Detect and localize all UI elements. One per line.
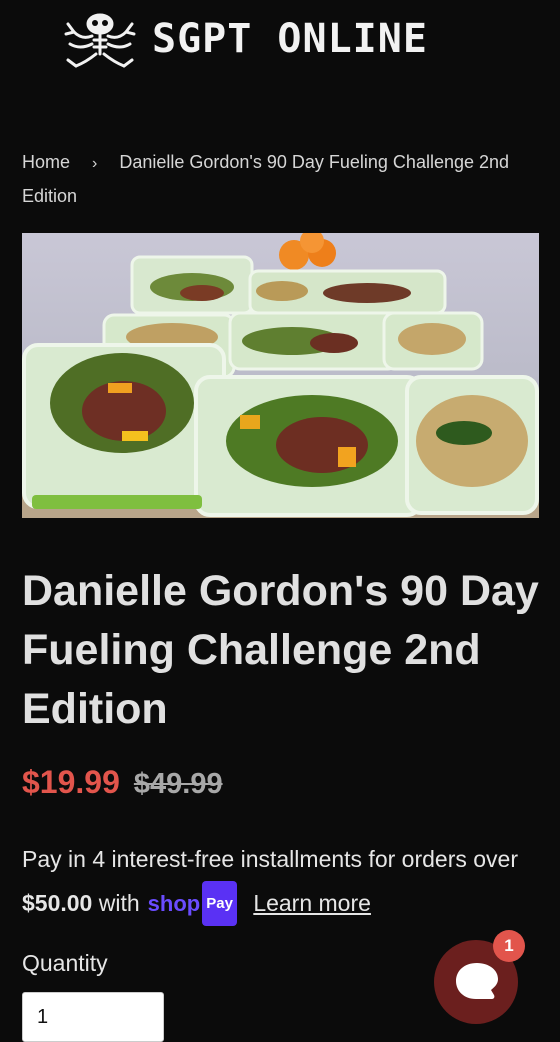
installments-threshold: $50.00 (22, 890, 93, 916)
quantity-label: Quantity (22, 950, 108, 976)
product-title: Danielle Gordon's 90 Day Fueling Challen… (22, 567, 539, 733)
quantity-input[interactable] (22, 992, 164, 1042)
shop-pay-logo-icon: shop (147, 891, 201, 916)
meal-prep-containers-photo-icon (22, 233, 539, 518)
installments-text: Pay in 4 interest-free installments for … (22, 846, 518, 872)
sale-price: $19.99 (22, 764, 120, 800)
shop-pay-badge: Pay (202, 881, 237, 926)
brand-name[interactable]: SGPT ONLINE (152, 16, 428, 62)
breadcrumb-home-link[interactable]: Home (22, 152, 70, 172)
shop-pay-installments: Pay in 4 interest-free installments for … (22, 838, 542, 926)
breadcrumb: Home › Danielle Gordon's 90 Day Fueling Ch… (22, 146, 542, 213)
frog-skeleton-logo-icon[interactable] (64, 10, 136, 68)
breadcrumb-separator: › (92, 155, 98, 172)
chat-bubble-icon (456, 963, 498, 999)
price-row: $19.99 $49.99 (22, 764, 223, 804)
installments-with: with (98, 890, 140, 916)
chat-notification-badge: 1 (493, 930, 525, 962)
site-header: SGPT ONLINE (0, 0, 560, 90)
learn-more-link[interactable]: Learn more (253, 890, 371, 916)
product-image[interactable] (22, 233, 539, 518)
compare-at-price: $49.99 (133, 768, 223, 800)
